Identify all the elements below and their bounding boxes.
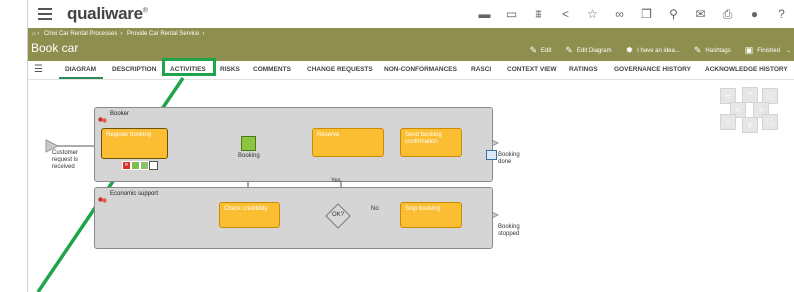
flow-label-yes: Yes (331, 178, 341, 184)
app-window: qualiware® ▬ ▭ ⩩ < ☆ ∞ ❐ ⚲ ✉ ⎙ ● ? ⌂ › C… (27, 0, 794, 292)
document-icon[interactable] (486, 150, 497, 160)
gateway-label: OK? (332, 212, 345, 218)
lane-label-booker: Booker (110, 111, 130, 117)
activity-reserve[interactable]: Reserve (312, 128, 384, 157)
activity-tools: ✕ (122, 161, 158, 170)
activity-check-credibility[interactable]: Check credibility (219, 202, 280, 228)
booking-done-label: Booking done (498, 152, 520, 165)
lane-label-economic-support: Economic support (110, 191, 159, 197)
org-unit-icon (98, 190, 107, 203)
activities-tab-highlight (162, 58, 216, 76)
edit-small-icon[interactable] (149, 161, 158, 170)
requirement-icon[interactable] (140, 161, 149, 170)
activity-send-booking-confirmation[interactable]: Send booking confirmation (400, 128, 462, 157)
activity-stop-booking[interactable]: Stop booking (400, 202, 462, 228)
org-unit-icon (98, 110, 107, 123)
booking-stopped-label: Booking stopped (498, 224, 520, 237)
flow-label-no: No (371, 206, 379, 212)
booking-event-icon[interactable] (241, 136, 256, 151)
control-icon[interactable] (131, 161, 140, 170)
booking-event-label: Booking (238, 153, 260, 159)
risk-icon[interactable]: ✕ (122, 161, 131, 170)
activity-register-booking[interactable]: Register booking (101, 128, 168, 159)
start-event-label: Customer request is received (52, 150, 79, 170)
